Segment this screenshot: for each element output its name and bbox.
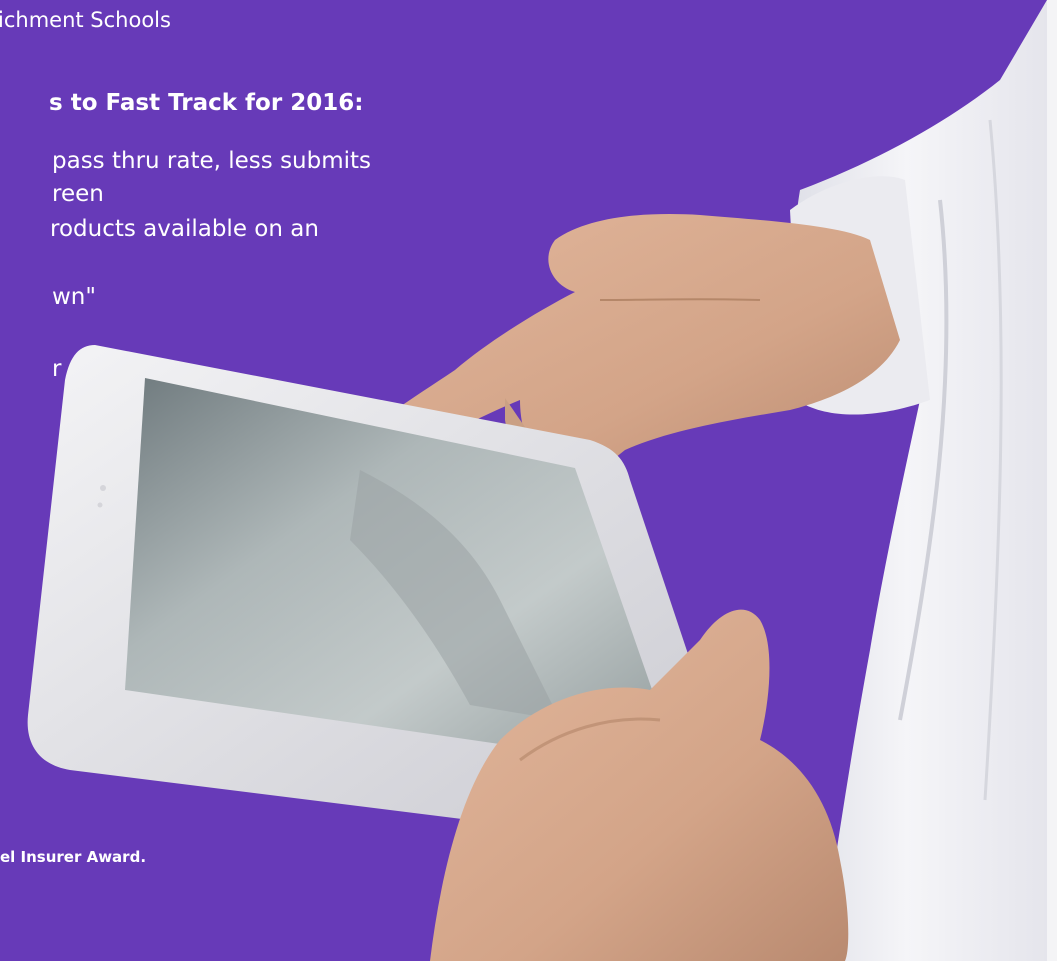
bullet-fragment: roducts available on an — [50, 216, 319, 242]
doctor-tablet-photo — [27, 0, 1057, 961]
right-edge-strip — [1047, 0, 1057, 961]
bullet-fragment: pass thru rate, less submits — [52, 148, 372, 174]
lab-coat — [792, 0, 1047, 961]
knuckle-line — [599, 298, 761, 301]
bullet-fragment: wn" — [52, 284, 96, 310]
award-footer-fragment: el Insurer Award. — [0, 848, 147, 866]
slide: ichment Schools s to Fast Track for 2016… — [0, 0, 1057, 961]
tablet-sensor-icon — [97, 502, 103, 508]
tablet-camera-icon — [100, 485, 106, 491]
top-line-fragment: ichment Schools — [0, 8, 171, 32]
bullet-fragment: r — [52, 356, 62, 382]
heading-fragment: s to Fast Track for 2016: — [49, 90, 364, 116]
bullet-fragment: reen — [52, 181, 104, 207]
